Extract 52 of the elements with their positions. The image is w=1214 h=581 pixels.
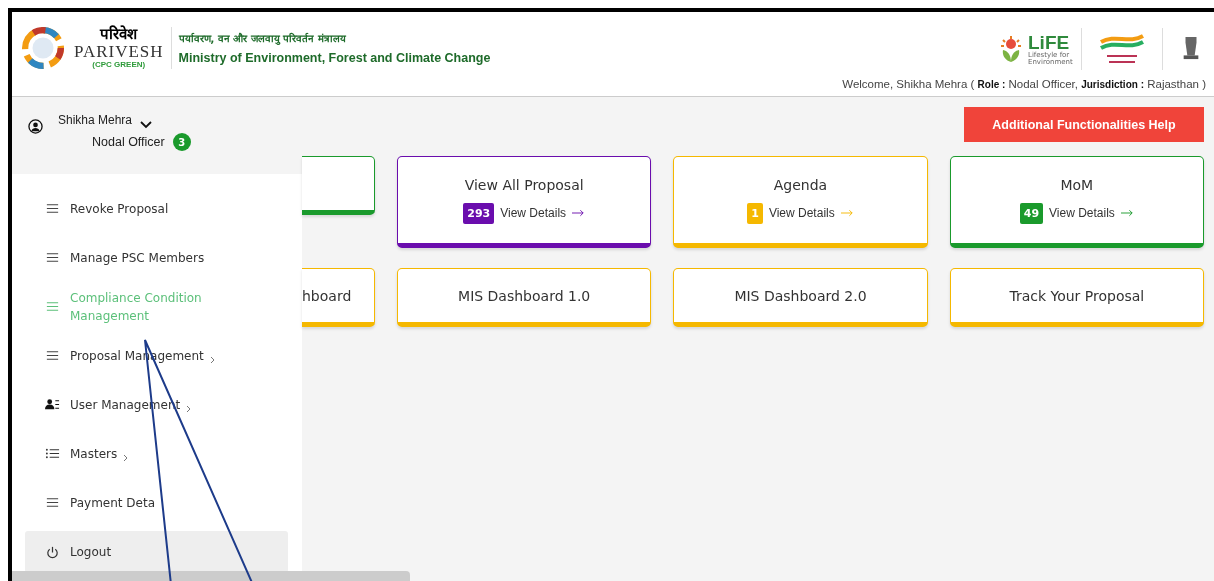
card-title: Track Your Proposal — [1009, 287, 1145, 304]
dashboard-card[interactable]: MoM 49 View Details — [949, 156, 1204, 248]
welcome-text: Welcome, Shikha Mehra ( Role : Nodal Officer, Jurisdiction : Rajasthan ) — [842, 78, 1206, 90]
card-title: MIS Dashboard 2.0 — [734, 287, 867, 304]
dashboard-card[interactable]: Track Your Proposal — [949, 268, 1204, 327]
ministry-hindi-text: पर्यावरण, वन और जलवायु परिवर्तन मंत्रालय — [178, 31, 347, 45]
power-icon — [45, 544, 60, 560]
arrow-right-icon — [572, 209, 586, 217]
user-role: Nodal Officer — [92, 135, 165, 149]
sidebar-item[interactable]: Manage PSC Members — [25, 233, 288, 282]
count-badge: 293 — [463, 202, 495, 224]
user-name: Shikha Mehra — [58, 113, 133, 127]
menu-lines-icon — [45, 299, 60, 314]
card-title: View All Proposal — [464, 176, 584, 193]
notification-badge: 3 — [172, 133, 191, 151]
dashboard-card[interactable]: MIS Dashboard 1.0 — [397, 268, 652, 327]
view-details-link[interactable]: View Details — [1049, 206, 1115, 220]
arrow-right-icon — [1120, 209, 1134, 217]
bullet-list-icon — [45, 446, 60, 461]
menu-lines-icon — [45, 495, 60, 510]
ministry-name: Ministry of Environment, Forest and Climate Change — [178, 51, 491, 65]
help-button[interactable]: Additional Functionalities Help — [964, 107, 1204, 142]
dashboard-card[interactable] — [302, 156, 375, 215]
count-badge: 1 — [747, 202, 763, 224]
count-badge: 49 — [1019, 202, 1044, 224]
card-title: Agenda — [773, 176, 828, 193]
dashboard-card[interactable]: hboard — [302, 268, 375, 327]
sidebar-item[interactable]: Revoke Proposal — [25, 184, 288, 233]
view-details-link[interactable]: View Details — [500, 206, 567, 220]
logo-title: PARIVESH — [74, 42, 164, 61]
logo-subtitle: (CPC GREEN) — [92, 60, 146, 69]
menu-lines-icon — [45, 250, 60, 265]
logout-menu-item[interactable]: Logout — [25, 531, 288, 573]
logo-hindi-text: परिवेश — [100, 27, 138, 43]
dashboard-card[interactable]: View All Proposal 293 View Details — [397, 156, 652, 248]
logo-icon — [22, 27, 64, 69]
menu-lines-icon — [45, 201, 60, 216]
sidebar-item[interactable]: Payment Deta — [25, 478, 288, 527]
arrow-right-icon — [840, 209, 854, 217]
view-details-link[interactable]: View Details — [768, 206, 835, 220]
life-logo-text: LiFE — [1028, 32, 1071, 52]
flag-swoosh-icon — [1097, 32, 1147, 66]
dashboard-card[interactable]: MIS Dashboard 2.0 — [673, 268, 928, 327]
card-title: MIS Dashboard 1.0 — [458, 287, 591, 304]
menu-lines-icon — [45, 348, 60, 363]
chevron-down-icon[interactable] — [140, 121, 153, 129]
sidebar-item[interactable]: Masters — [25, 429, 288, 478]
user-avatar-icon — [28, 119, 43, 134]
user-list-icon — [45, 397, 60, 412]
card-title: hboard — [302, 287, 352, 304]
dashboard-card[interactable]: Agenda 1 View Details — [673, 156, 928, 248]
card-title: MoM — [1060, 176, 1094, 193]
